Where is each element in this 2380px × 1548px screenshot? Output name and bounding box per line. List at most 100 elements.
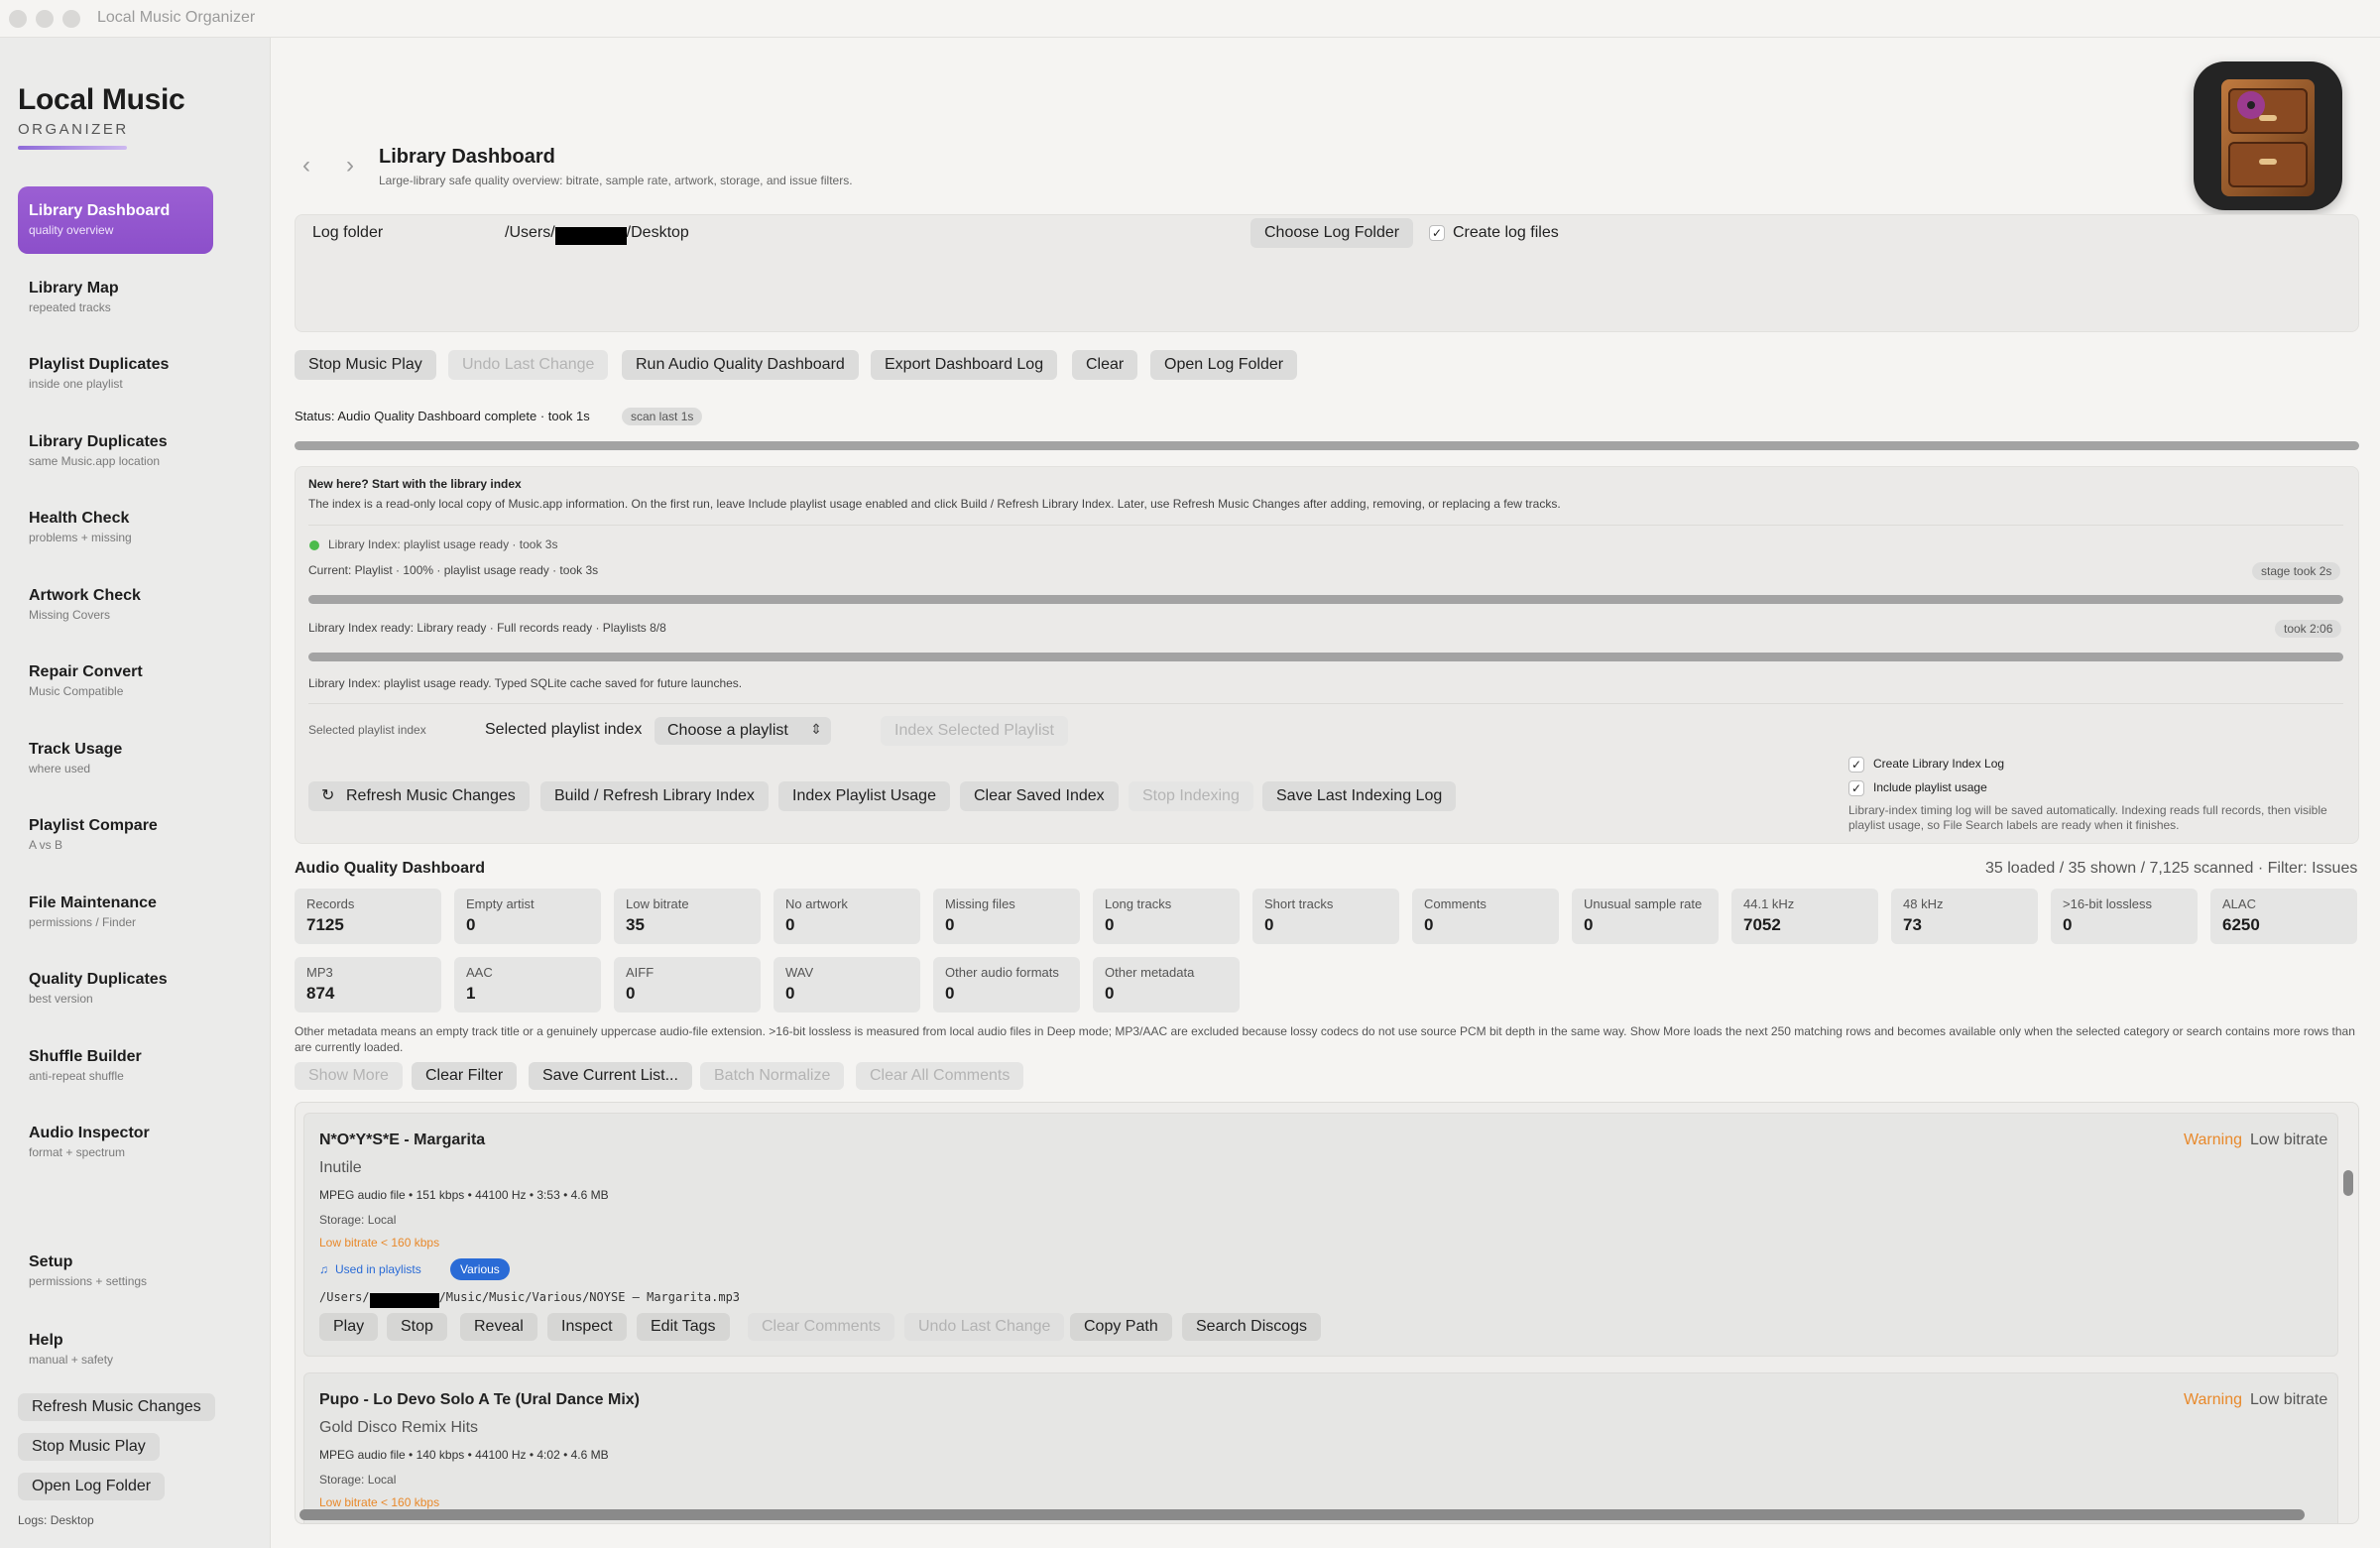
- stat-value: 0: [1584, 915, 1594, 934]
- reveal-button[interactable]: Reveal: [460, 1313, 537, 1341]
- run-audio-quality-dashboard-button[interactable]: Run Audio Quality Dashboard: [622, 350, 859, 380]
- sidebar-item-label: File Maintenance: [29, 894, 157, 911]
- undo-last-change-track-button[interactable]: Undo Last Change: [904, 1313, 1065, 1341]
- stat-records[interactable]: Records 7125: [295, 889, 441, 944]
- stat-value: 0: [1105, 984, 1115, 1003]
- sidebar-refresh-music-changes-button[interactable]: Refresh Music Changes: [18, 1393, 215, 1421]
- stat-empty-artist[interactable]: Empty artist 0: [454, 889, 601, 944]
- sidebar-item-library-dashboard[interactable]: Library Dashboard quality overview: [18, 186, 213, 254]
- stat-aac[interactable]: AAC 1: [454, 957, 601, 1012]
- save-current-list-button[interactable]: Save Current List...: [529, 1062, 692, 1090]
- inspect-button[interactable]: Inspect: [547, 1313, 627, 1341]
- stage-progress-bar: [308, 595, 2343, 604]
- create-library-index-log-checkbox[interactable]: ✓: [1848, 757, 1864, 773]
- selected-playlist-index-label: Selected playlist index: [485, 721, 643, 738]
- sidebar-item-setup[interactable]: Setup permissions + settings: [18, 1238, 213, 1305]
- clear-all-comments-button[interactable]: Clear All Comments: [856, 1062, 1024, 1090]
- stat-16-bit-lossless[interactable]: >16-bit lossless 0: [2051, 889, 2198, 944]
- sidebar-item-label: Playlist Compare: [29, 817, 158, 834]
- create-log-files-checkbox[interactable]: ✓: [1429, 225, 1445, 241]
- stat-label: ALAC: [2222, 896, 2256, 911]
- sidebar-item-help[interactable]: Help manual + safety: [18, 1316, 213, 1383]
- redacted-username: xxxxxxxx: [369, 1293, 439, 1308]
- sidebar-item-label: Setup: [29, 1253, 73, 1270]
- log-path-suffix: /Desktop: [626, 224, 689, 241]
- stat-44-1-khz[interactable]: 44.1 kHz 7052: [1731, 889, 1878, 944]
- selected-playlist-index-small-label: Selected playlist index: [308, 723, 426, 737]
- clear-button[interactable]: Clear: [1072, 350, 1138, 380]
- index-selected-playlist-button[interactable]: Index Selected Playlist: [881, 716, 1068, 746]
- stat-missing-files[interactable]: Missing files 0: [933, 889, 1080, 944]
- sidebar-item-artwork-check[interactable]: Artwork Check Missing Covers: [18, 571, 213, 639]
- zoom-window-button[interactable]: [62, 10, 80, 28]
- stat-other-metadata[interactable]: Other metadata 0: [1093, 957, 1240, 1012]
- horizontal-scrollbar-thumb[interactable]: [299, 1509, 2305, 1520]
- sidebar-item-library-map[interactable]: Library Map repeated tracks: [18, 264, 213, 331]
- playlist-tag[interactable]: Various: [450, 1258, 510, 1280]
- sidebar-item-quality-duplicates[interactable]: Quality Duplicates best version: [18, 955, 213, 1022]
- undo-last-change-button[interactable]: Undo Last Change: [448, 350, 609, 380]
- stat-value: 0: [1424, 915, 1434, 934]
- minimize-window-button[interactable]: [36, 10, 54, 28]
- track-path-suffix: /Music/Music/Various/NOYSE – Margarita.m…: [438, 1290, 741, 1304]
- stat-short-tracks[interactable]: Short tracks 0: [1252, 889, 1399, 944]
- sidebar-item-sub: inside one playlist: [29, 377, 123, 391]
- stat-no-artwork[interactable]: No artwork 0: [774, 889, 920, 944]
- track-card: Pupo - Lo Devo Solo A Te (Ural Dance Mix…: [303, 1372, 2338, 1523]
- open-log-folder-button[interactable]: Open Log Folder: [1150, 350, 1298, 380]
- forward-arrow-icon[interactable]: ›: [346, 152, 354, 179]
- batch-normalize-button[interactable]: Batch Normalize: [700, 1062, 845, 1090]
- stat-comments[interactable]: Comments 0: [1412, 889, 1559, 944]
- sidebar-item-shuffle-builder[interactable]: Shuffle Builder anti-repeat shuffle: [18, 1032, 213, 1100]
- sidebar-stop-music-play-button[interactable]: Stop Music Play: [18, 1433, 160, 1461]
- stat-label: Other audio formats: [945, 965, 1059, 980]
- play-button[interactable]: Play: [319, 1313, 379, 1341]
- sidebar-item-repair-convert[interactable]: Repair Convert Music Compatible: [18, 648, 213, 715]
- stat-value: 1: [466, 984, 476, 1003]
- build-refresh-library-index-button[interactable]: Build / Refresh Library Index: [540, 781, 769, 811]
- refresh-icon: ↻: [321, 787, 335, 804]
- sidebar-item-health-check[interactable]: Health Check problems + missing: [18, 494, 213, 561]
- save-last-indexing-log-button[interactable]: Save Last Indexing Log: [1262, 781, 1457, 811]
- sidebar-item-track-usage[interactable]: Track Usage where used: [18, 725, 213, 792]
- stat-unusual-sample-rate[interactable]: Unusual sample rate 0: [1572, 889, 1719, 944]
- sidebar-item-playlist-compare[interactable]: Playlist Compare A vs B: [18, 801, 213, 869]
- track-details: MPEG audio file • 151 kbps • 44100 Hz • …: [319, 1188, 609, 1202]
- stop-indexing-button[interactable]: Stop Indexing: [1129, 781, 1253, 811]
- index-progress-bar: [308, 653, 2343, 661]
- sidebar-item-audio-inspector[interactable]: Audio Inspector format + spectrum: [18, 1109, 213, 1176]
- stat-other-audio-formats[interactable]: Other audio formats 0: [933, 957, 1080, 1012]
- close-window-button[interactable]: [9, 10, 27, 28]
- clear-comments-button[interactable]: Clear Comments: [748, 1313, 895, 1341]
- include-playlist-usage-checkbox[interactable]: ✓: [1848, 780, 1864, 796]
- clear-saved-index-button[interactable]: Clear Saved Index: [960, 781, 1119, 811]
- index-playlist-usage-button[interactable]: Index Playlist Usage: [778, 781, 950, 811]
- sidebar-item-file-maintenance[interactable]: File Maintenance permissions / Finder: [18, 879, 213, 946]
- show-more-button[interactable]: Show More: [295, 1062, 403, 1090]
- sidebar-item-library-duplicates[interactable]: Library Duplicates same Music.app locati…: [18, 417, 213, 485]
- refresh-music-changes-button[interactable]: ↻ Refresh Music Changes: [308, 781, 530, 811]
- copy-path-button[interactable]: Copy Path: [1070, 1313, 1172, 1341]
- stat-mp3[interactable]: MP3 874: [295, 957, 441, 1012]
- edit-tags-button[interactable]: Edit Tags: [637, 1313, 730, 1341]
- stat-aiff[interactable]: AIFF 0: [614, 957, 761, 1012]
- search-discogs-button[interactable]: Search Discogs: [1182, 1313, 1322, 1341]
- stat-label: AAC: [466, 965, 493, 980]
- track-list[interactable]: N*O*Y*S*E - Margarita Inutile MPEG audio…: [295, 1102, 2359, 1524]
- back-arrow-icon[interactable]: ‹: [302, 152, 310, 179]
- playlist-select[interactable]: Choose a playlist ⇕: [654, 717, 831, 745]
- log-folder-label: Log folder: [312, 224, 384, 241]
- stat-48-khz[interactable]: 48 kHz 73: [1891, 889, 2038, 944]
- stop-button[interactable]: Stop: [387, 1313, 447, 1341]
- clear-filter-button[interactable]: Clear Filter: [412, 1062, 518, 1090]
- stat-long-tracks[interactable]: Long tracks 0: [1093, 889, 1240, 944]
- stat-wav[interactable]: WAV 0: [774, 957, 920, 1012]
- sidebar-item-playlist-duplicates[interactable]: Playlist Duplicates inside one playlist: [18, 340, 213, 408]
- choose-log-folder-button[interactable]: Choose Log Folder: [1250, 218, 1414, 248]
- stat-low-bitrate[interactable]: Low bitrate 35: [614, 889, 761, 944]
- vertical-scrollbar-thumb[interactable]: [2343, 1170, 2353, 1196]
- stat-alac[interactable]: ALAC 6250: [2210, 889, 2357, 944]
- sidebar-open-log-folder-button[interactable]: Open Log Folder: [18, 1473, 166, 1500]
- export-dashboard-log-button[interactable]: Export Dashboard Log: [871, 350, 1058, 380]
- stop-music-play-button[interactable]: Stop Music Play: [295, 350, 436, 380]
